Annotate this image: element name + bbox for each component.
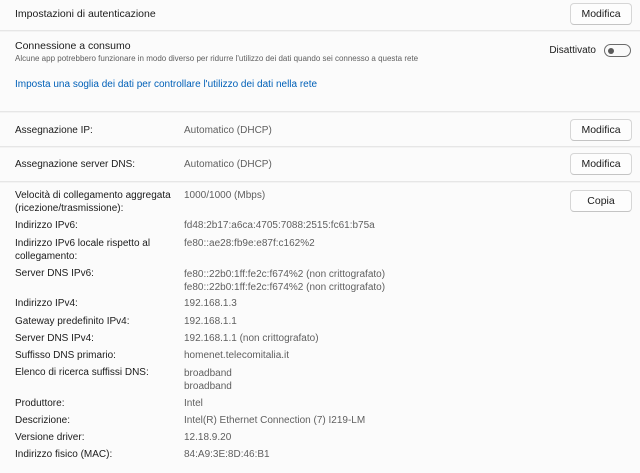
auth-settings-card: Impostazioni di autenticazione Modifica <box>0 0 640 31</box>
dns6-value-2: fe80::22b0:1ff:fe2c:f674%2 (non crittogr… <box>184 282 386 293</box>
manufacturer-label: Produttore: <box>15 398 65 409</box>
ipv6-label: Indirizzo IPv6: <box>15 220 78 231</box>
driver-version-value: 12.18.9.20 <box>184 432 232 443</box>
dns-suffix-label: Suffisso DNS primario: <box>15 350 116 361</box>
gateway-label: Gateway predefinito IPv4: <box>15 316 130 327</box>
manufacturer-value: Intel <box>184 398 203 409</box>
dns4-label: Server DNS IPv4: <box>15 333 94 344</box>
metered-toggle[interactable] <box>604 44 631 57</box>
ipv6-local-label-2: collegamento: <box>15 251 78 262</box>
toggle-knob <box>608 47 614 54</box>
dns-search-label: Elenco di ricerca suffissi DNS: <box>15 367 149 378</box>
ipv6-local-value: fe80::ae28:fb9e:e87f:c162%2 <box>184 238 315 249</box>
ipv4-label: Indirizzo IPv4: <box>15 298 78 309</box>
link-speed-label-1: Velocità di collegamento aggregata <box>15 190 171 201</box>
ip-assignment-label: Assegnazione IP: <box>15 125 93 136</box>
auth-settings-title: Impostazioni di autenticazione <box>15 8 156 20</box>
dns-assignment-card: Assegnazione server DNS: Automatico (DHC… <box>0 148 640 182</box>
dns-assignment-label: Assegnazione server DNS: <box>15 159 136 170</box>
link-speed-value: 1000/1000 (Mbps) <box>184 190 266 201</box>
description-label: Descrizione: <box>15 415 71 426</box>
driver-version-label: Versione driver: <box>15 432 85 443</box>
metered-connection-title: Connessione a consumo <box>15 40 131 52</box>
dns-assignment-value: Automatico (DHCP) <box>184 159 272 170</box>
mac-address-value: 84:A9:3E:8D:46:B1 <box>184 449 270 460</box>
ip-edit-button[interactable]: Modifica <box>570 119 632 141</box>
properties-card: Copia Velocità di collegamento aggregata… <box>0 183 640 473</box>
copy-button[interactable]: Copia <box>570 190 632 212</box>
ip-assignment-card: Assegnazione IP: Automatico (DHCP) Modif… <box>0 113 640 147</box>
dns-suffix-value: homenet.telecomitalia.it <box>184 350 290 361</box>
ipv6-value: fd48:2b17:a6ca:4705:7088:2515:fc61:b75a <box>184 220 375 231</box>
ip-assignment-value: Automatico (DHCP) <box>184 125 272 136</box>
ipv4-value: 192.168.1.3 <box>184 298 237 309</box>
auth-edit-button[interactable]: Modifica <box>570 3 632 25</box>
dns4-value: 192.168.1.1 (non crittografato) <box>184 333 319 344</box>
ipv6-local-label-1: Indirizzo IPv6 locale rispetto al <box>15 238 151 249</box>
data-limit-link[interactable]: Imposta una soglia dei dati per controll… <box>15 79 317 90</box>
mac-address-label: Indirizzo fisico (MAC): <box>15 449 113 460</box>
metered-toggle-group: Disattivato <box>549 44 631 57</box>
dns-search-value-1: broadband <box>184 368 232 379</box>
metered-toggle-state: Disattivato <box>549 45 596 56</box>
dns-edit-button[interactable]: Modifica <box>570 153 632 175</box>
link-speed-label-2: (ricezione/trasmissione): <box>15 203 124 214</box>
dns6-label: Server DNS IPv6: <box>15 268 94 279</box>
dns6-value-1: fe80::22b0:1ff:fe2c:f674%2 (non crittogr… <box>184 269 386 280</box>
description-value: Intel(R) Ethernet Connection (7) I219-LM <box>184 415 366 426</box>
gateway-value: 192.168.1.1 <box>184 316 237 327</box>
metered-connection-description: Alcune app potrebbero funzionare in modo… <box>15 54 419 63</box>
metered-connection-card: Connessione a consumo Alcune app potrebb… <box>0 32 640 112</box>
dns-search-value-2: broadband <box>184 381 232 392</box>
